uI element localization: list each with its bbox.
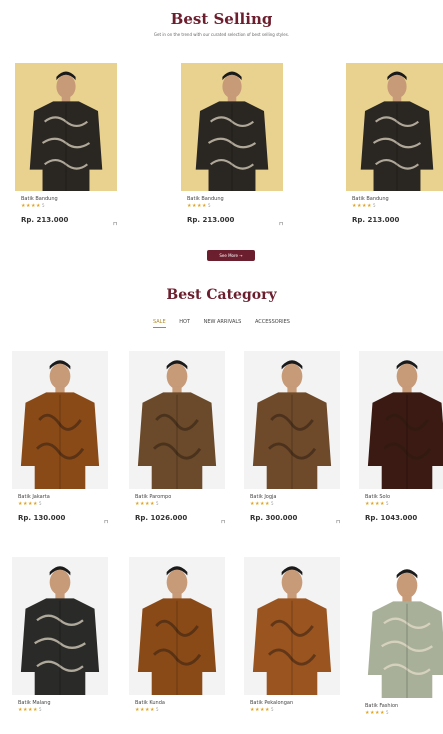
product-name[interactable]: Batik Jakarta (18, 494, 50, 500)
star-icon: ★★★★ (352, 203, 372, 209)
product-price: Rp. 130.000 (18, 514, 66, 522)
product-card[interactable]: Batik Parompo ★★★★5 Rp. 1026.000 ⊓ (129, 351, 225, 543)
product-image[interactable] (359, 351, 443, 489)
rating-stars: ★★★★5 (135, 707, 159, 713)
rating-count: 5 (155, 707, 159, 712)
rating-stars: ★★★★5 (250, 501, 274, 507)
rating-count: 5 (38, 501, 42, 506)
rating-stars: ★★★★5 (135, 501, 159, 507)
tab-sale[interactable]: SALE (153, 319, 166, 328)
product-image[interactable] (346, 63, 443, 191)
product-name[interactable]: Batik Pekalongan (250, 700, 293, 706)
product-name[interactable]: Batik Fashion (365, 703, 398, 709)
category-tabs: SALE HOT NEW ARRIVALS ACCESSORIES (0, 319, 443, 328)
product-image[interactable] (359, 560, 443, 698)
star-icon: ★★★★ (135, 707, 155, 713)
product-image[interactable] (244, 351, 340, 489)
product-image[interactable] (129, 557, 225, 695)
rating-count: 5 (207, 203, 211, 208)
product-name[interactable]: Batik Solo (365, 494, 390, 500)
product-name[interactable]: Batik Bandung (352, 196, 389, 202)
rating-count: 5 (38, 707, 42, 712)
see-more-button[interactable]: See More → (207, 250, 255, 261)
rating-stars: ★★★★5 (365, 710, 389, 716)
product-name[interactable]: Batik Bandung (187, 196, 224, 202)
tab-new-arrivals[interactable]: NEW ARRIVALS (204, 319, 242, 325)
rating-stars: ★★★★5 (352, 203, 376, 209)
rating-stars: ★★★★5 (250, 707, 274, 713)
tab-hot[interactable]: HOT (179, 319, 190, 325)
best-category-title: Best Category (166, 287, 277, 303)
star-icon: ★★★★ (250, 501, 270, 507)
product-name[interactable]: Batik Malang (18, 700, 51, 706)
product-card[interactable]: Batik Pekalongan ★★★★5 (244, 557, 340, 731)
product-image[interactable] (181, 63, 283, 191)
product-image[interactable] (244, 557, 340, 695)
rating-count: 5 (385, 501, 389, 506)
star-icon: ★★★★ (21, 203, 41, 209)
rating-stars: ★★★★5 (18, 501, 42, 507)
product-card[interactable]: Batik Jogja ★★★★5 Rp. 300.000 ⊓ (244, 351, 340, 543)
rating-count: 5 (270, 707, 274, 712)
product-name[interactable]: Batik Kunda (135, 700, 165, 706)
product-image[interactable] (12, 557, 108, 695)
star-icon: ★★★★ (18, 501, 38, 507)
best-selling-title: Best Selling (170, 10, 273, 28)
cart-icon[interactable]: ⊓ (113, 221, 117, 227)
product-card[interactable]: Batik Bandung ★★★★5 Rp. 213.000 ⊓ (181, 63, 283, 241)
product-name[interactable]: Batik Jogja (250, 494, 277, 500)
product-price: Rp. 1043.000 (365, 514, 418, 522)
product-name[interactable]: Batik Bandung (21, 196, 58, 202)
star-icon: ★★★★ (187, 203, 207, 209)
rating-stars: ★★★★5 (365, 501, 389, 507)
rating-count: 5 (372, 203, 376, 208)
rating-count: 5 (155, 501, 159, 506)
product-card[interactable]: Batik Fashion ★★★★5 (359, 560, 443, 734)
rating-count: 5 (385, 710, 389, 715)
rating-stars: ★★★★5 (18, 707, 42, 713)
cart-icon[interactable]: ⊓ (104, 519, 108, 525)
star-icon: ★★★★ (18, 707, 38, 713)
rating-count: 5 (270, 501, 274, 506)
product-price: Rp. 300.000 (250, 514, 298, 522)
rating-stars: ★★★★5 (21, 203, 45, 209)
star-icon: ★★★★ (365, 710, 385, 716)
product-price: Rp. 213.000 (352, 216, 400, 224)
product-card[interactable]: Batik Jakarta ★★★★5 Rp. 130.000 ⊓ (12, 351, 108, 543)
product-price: Rp. 1026.000 (135, 514, 188, 522)
product-image[interactable] (12, 351, 108, 489)
product-card[interactable]: Batik Bandung ★★★★5 Rp. 213.000 ⊓ (15, 63, 117, 241)
rating-stars: ★★★★5 (187, 203, 211, 209)
tab-accessories[interactable]: ACCESSORIES (255, 319, 290, 325)
star-icon: ★★★★ (250, 707, 270, 713)
cart-icon[interactable]: ⊓ (221, 519, 225, 525)
product-image[interactable] (129, 351, 225, 489)
product-card[interactable]: Batik Malang ★★★★5 (12, 557, 108, 731)
best-selling-subtitle: Get in on the trend with our curated sel… (153, 32, 290, 37)
product-name[interactable]: Batik Parompo (135, 494, 171, 500)
product-card[interactable]: Batik Solo ★★★★5Rp. 1043.000 ⊓ (359, 351, 443, 543)
product-card[interactable]: Batik Bandung ★★★★5Rp. 213.000 ⊓ (346, 63, 443, 241)
product-card[interactable]: Batik Kunda ★★★★5 (129, 557, 225, 731)
cart-icon[interactable]: ⊓ (279, 221, 283, 227)
product-price: Rp. 213.000 (21, 216, 69, 224)
star-icon: ★★★★ (365, 501, 385, 507)
rating-count: 5 (41, 203, 45, 208)
cart-icon[interactable]: ⊓ (336, 519, 340, 525)
product-image[interactable] (15, 63, 117, 191)
star-icon: ★★★★ (135, 501, 155, 507)
product-price: Rp. 213.000 (187, 216, 235, 224)
